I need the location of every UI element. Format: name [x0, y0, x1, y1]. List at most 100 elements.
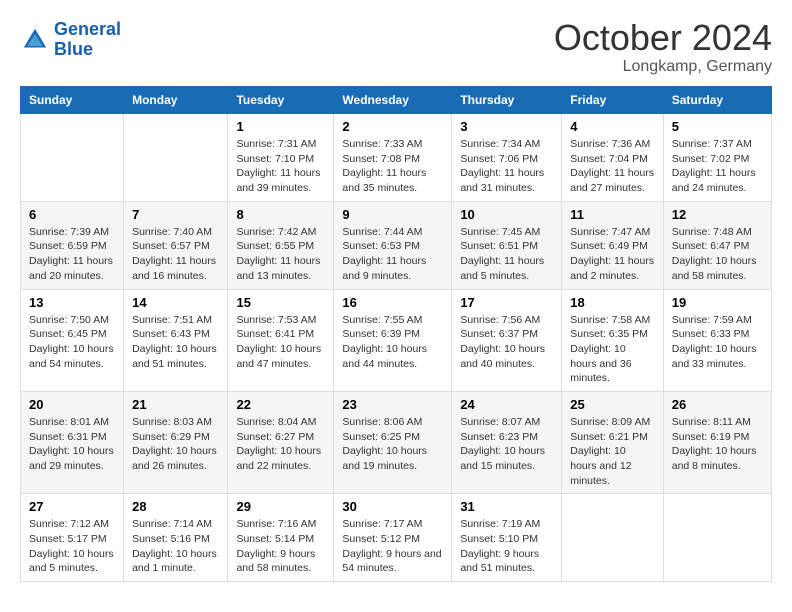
- calendar-cell: 21Sunrise: 8:03 AMSunset: 6:29 PMDayligh…: [124, 391, 228, 493]
- calendar-cell: 1Sunrise: 7:31 AMSunset: 7:10 PMDaylight…: [228, 114, 334, 202]
- weekday-header: Sunday: [21, 87, 124, 114]
- calendar-cell: 20 Sunrise: 8:01 AMSunset: 6:31 PMDayligh…: [21, 391, 124, 493]
- day-info: Sunrise: 8:11 AMSunset: 6:19 PMDaylight:…: [672, 415, 763, 474]
- calendar-cell: 28Sunrise: 7:14 AMSunset: 5:16 PMDayligh…: [124, 494, 228, 582]
- calendar-cell: [21, 114, 124, 202]
- calendar-cell: 6 Sunrise: 7:39 AMSunset: 6:59 PMDaylight…: [21, 201, 124, 289]
- calendar-table: SundayMondayTuesdayWednesdayThursdayFrid…: [20, 86, 772, 582]
- day-info: Sunrise: 8:01 AMSunset: 6:31 PMDaylight:…: [29, 415, 115, 474]
- day-number: 7: [132, 207, 219, 222]
- day-info: Sunrise: 8:09 AMSunset: 6:21 PMDaylight:…: [570, 415, 655, 488]
- weekday-header: Thursday: [452, 87, 562, 114]
- day-info: Sunrise: 7:45 AMSunset: 6:51 PMDaylight:…: [460, 225, 553, 284]
- day-number: 15: [236, 295, 325, 310]
- day-info: Sunrise: 8:03 AMSunset: 6:29 PMDaylight:…: [132, 415, 219, 474]
- calendar-cell: 26 Sunrise: 8:11 AMSunset: 6:19 PMDayligh…: [663, 391, 771, 493]
- calendar-week-row: 13Sunrise: 7:50 AMSunset: 6:45 PMDayligh…: [21, 289, 772, 391]
- day-info: Sunrise: 8:04 AMSunset: 6:27 PMDaylight:…: [236, 415, 325, 474]
- calendar-cell: 18 Sunrise: 7:58 AMSunset: 6:35 PMDayligh…: [562, 289, 664, 391]
- calendar-cell: 12 Sunrise: 7:48 AMSunset: 6:47 PMDayligh…: [663, 201, 771, 289]
- calendar-cell: 23Sunrise: 8:06 AMSunset: 6:25 PMDayligh…: [334, 391, 452, 493]
- day-number: 16: [342, 295, 443, 310]
- calendar-cell: 8 Sunrise: 7:42 AMSunset: 6:55 PMDaylight…: [228, 201, 334, 289]
- day-info: Sunrise: 7:56 AMSunset: 6:37 PMDaylight:…: [460, 313, 553, 372]
- logo-line1: General: [54, 19, 121, 39]
- calendar-cell: 4 Sunrise: 7:36 AMSunset: 7:04 PMDaylight…: [562, 114, 664, 202]
- calendar-cell: 27 Sunrise: 7:12 AMSunset: 5:17 PMDayligh…: [21, 494, 124, 582]
- day-number: 25: [570, 397, 655, 412]
- day-number: 6: [29, 207, 115, 222]
- day-number: 26: [672, 397, 763, 412]
- calendar-cell: 7 Sunrise: 7:40 AMSunset: 6:57 PMDaylight…: [124, 201, 228, 289]
- day-number: 5: [672, 119, 763, 134]
- day-number: 10: [460, 207, 553, 222]
- calendar-week-row: 1Sunrise: 7:31 AMSunset: 7:10 PMDaylight…: [21, 114, 772, 202]
- day-info: Sunrise: 7:58 AMSunset: 6:35 PMDaylight:…: [570, 313, 655, 386]
- calendar-cell: [663, 494, 771, 582]
- day-info: Sunrise: 7:37 AMSunset: 7:02 PMDaylight:…: [672, 137, 763, 196]
- day-info: Sunrise: 7:39 AMSunset: 6:59 PMDaylight:…: [29, 225, 115, 284]
- calendar-cell: 2 Sunrise: 7:33 AMSunset: 7:08 PMDaylight…: [334, 114, 452, 202]
- day-number: 8: [236, 207, 325, 222]
- day-info: Sunrise: 7:12 AMSunset: 5:17 PMDaylight:…: [29, 517, 115, 576]
- day-number: 19: [672, 295, 763, 310]
- day-number: 18: [570, 295, 655, 310]
- logo: General Blue: [20, 20, 121, 60]
- calendar-body: 1Sunrise: 7:31 AMSunset: 7:10 PMDaylight…: [21, 114, 772, 582]
- day-info: Sunrise: 7:51 AMSunset: 6:43 PMDaylight:…: [132, 313, 219, 372]
- day-info: Sunrise: 7:40 AMSunset: 6:57 PMDaylight:…: [132, 225, 219, 284]
- day-number: 30: [342, 499, 443, 514]
- location: Longkamp, Germany: [554, 58, 772, 76]
- day-number: 11: [570, 207, 655, 222]
- day-number: 13: [29, 295, 115, 310]
- day-info: Sunrise: 7:14 AMSunset: 5:16 PMDaylight:…: [132, 517, 219, 576]
- day-info: Sunrise: 7:55 AMSunset: 6:39 PMDaylight:…: [342, 313, 443, 372]
- day-info: Sunrise: 7:44 AMSunset: 6:53 PMDaylight:…: [342, 225, 443, 284]
- day-info: Sunrise: 8:07 AMSunset: 6:23 PMDaylight:…: [460, 415, 553, 474]
- day-number: 24: [460, 397, 553, 412]
- day-number: 12: [672, 207, 763, 222]
- calendar-cell: 15 Sunrise: 7:53 AMSunset: 6:41 PMDayligh…: [228, 289, 334, 391]
- calendar-cell: 30 Sunrise: 7:17 AMSunset: 5:12 PMDayligh…: [334, 494, 452, 582]
- day-info: Sunrise: 7:19 AMSunset: 5:10 PMDaylight:…: [460, 517, 553, 576]
- day-info: Sunrise: 7:33 AMSunset: 7:08 PMDaylight:…: [342, 137, 443, 196]
- calendar-cell: 24 Sunrise: 8:07 AMSunset: 6:23 PMDayligh…: [452, 391, 562, 493]
- calendar-cell: 19 Sunrise: 7:59 AMSunset: 6:33 PMDayligh…: [663, 289, 771, 391]
- day-number: 20: [29, 397, 115, 412]
- day-info: Sunrise: 7:48 AMSunset: 6:47 PMDaylight:…: [672, 225, 763, 284]
- day-info: Sunrise: 7:42 AMSunset: 6:55 PMDaylight:…: [236, 225, 325, 284]
- day-info: Sunrise: 7:36 AMSunset: 7:04 PMDaylight:…: [570, 137, 655, 196]
- weekday-header: Friday: [562, 87, 664, 114]
- day-number: 22: [236, 397, 325, 412]
- header-row: SundayMondayTuesdayWednesdayThursdayFrid…: [21, 87, 772, 114]
- calendar-week-row: 27 Sunrise: 7:12 AMSunset: 5:17 PMDayligh…: [21, 494, 772, 582]
- calendar-cell: 29Sunrise: 7:16 AMSunset: 5:14 PMDayligh…: [228, 494, 334, 582]
- calendar-header: SundayMondayTuesdayWednesdayThursdayFrid…: [21, 87, 772, 114]
- calendar-cell: [562, 494, 664, 582]
- calendar-cell: 3Sunrise: 7:34 AMSunset: 7:06 PMDaylight…: [452, 114, 562, 202]
- day-info: Sunrise: 7:31 AMSunset: 7:10 PMDaylight:…: [236, 137, 325, 196]
- calendar-week-row: 6 Sunrise: 7:39 AMSunset: 6:59 PMDaylight…: [21, 201, 772, 289]
- day-number: 2: [342, 119, 443, 134]
- calendar-cell: 16 Sunrise: 7:55 AMSunset: 6:39 PMDayligh…: [334, 289, 452, 391]
- calendar-cell: 5 Sunrise: 7:37 AMSunset: 7:02 PMDaylight…: [663, 114, 771, 202]
- calendar-cell: 25 Sunrise: 8:09 AMSunset: 6:21 PMDayligh…: [562, 391, 664, 493]
- day-info: Sunrise: 7:59 AMSunset: 6:33 PMDaylight:…: [672, 313, 763, 372]
- calendar-cell: [124, 114, 228, 202]
- calendar-cell: 10 Sunrise: 7:45 AMSunset: 6:51 PMDayligh…: [452, 201, 562, 289]
- day-info: Sunrise: 7:47 AMSunset: 6:49 PMDaylight:…: [570, 225, 655, 284]
- day-info: Sunrise: 7:17 AMSunset: 5:12 PMDaylight:…: [342, 517, 443, 576]
- day-info: Sunrise: 8:06 AMSunset: 6:25 PMDaylight:…: [342, 415, 443, 474]
- logo-icon: [20, 25, 50, 55]
- day-number: 4: [570, 119, 655, 134]
- weekday-header: Saturday: [663, 87, 771, 114]
- page-header: General Blue October 2024 Longkamp, Germ…: [20, 20, 772, 76]
- day-number: 27: [29, 499, 115, 514]
- day-number: 31: [460, 499, 553, 514]
- day-info: Sunrise: 7:53 AMSunset: 6:41 PMDaylight:…: [236, 313, 325, 372]
- calendar-cell: 13Sunrise: 7:50 AMSunset: 6:45 PMDayligh…: [21, 289, 124, 391]
- calendar-cell: 14 Sunrise: 7:51 AMSunset: 6:43 PMDayligh…: [124, 289, 228, 391]
- day-info: Sunrise: 7:16 AMSunset: 5:14 PMDaylight:…: [236, 517, 325, 576]
- day-number: 14: [132, 295, 219, 310]
- day-info: Sunrise: 7:34 AMSunset: 7:06 PMDaylight:…: [460, 137, 553, 196]
